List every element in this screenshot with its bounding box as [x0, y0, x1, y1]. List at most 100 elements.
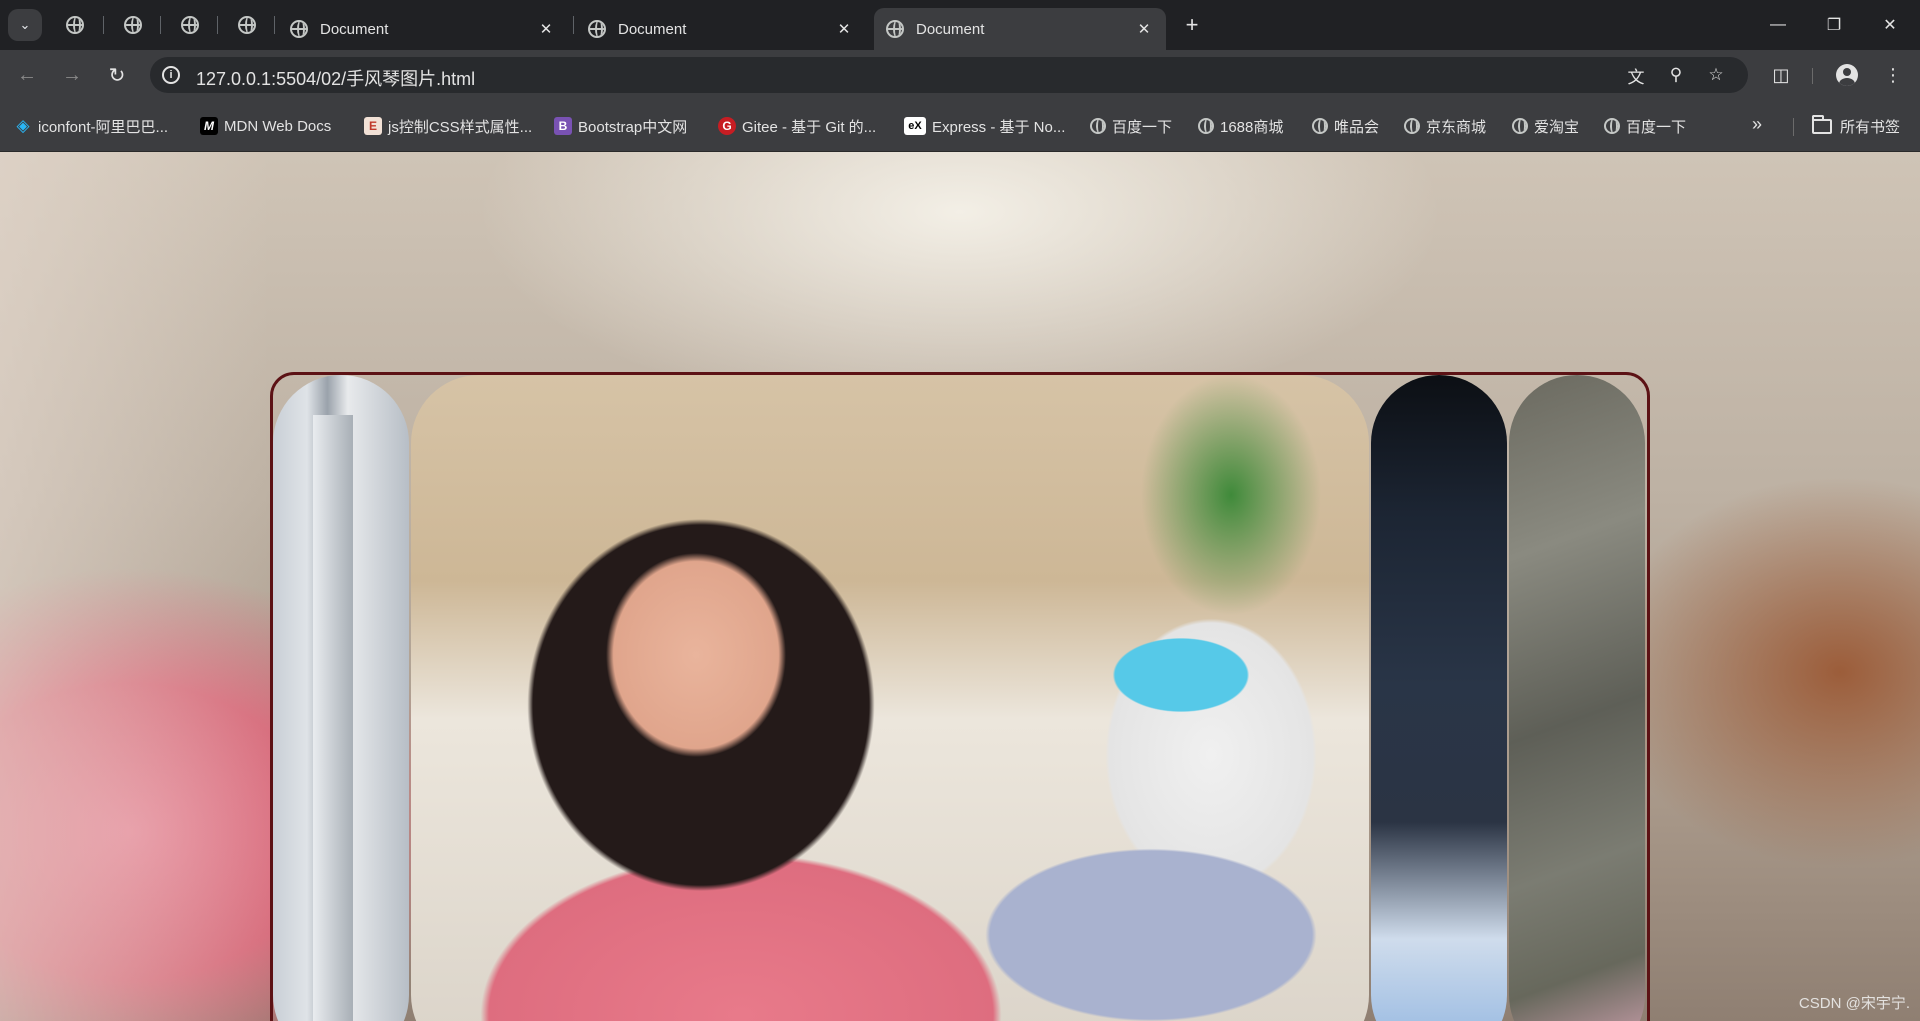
pinned-tab[interactable] — [120, 12, 146, 38]
browser-tab[interactable]: Document ✕ — [278, 8, 568, 50]
tab-separator — [573, 16, 574, 34]
bookmark-item[interactable]: 唯品会 — [1312, 115, 1379, 137]
profile-button[interactable] — [1832, 60, 1862, 90]
accordion-gallery — [270, 372, 1650, 1021]
bookmark-item[interactable]: 百度一下 — [1090, 115, 1172, 137]
toolbar-divider — [1812, 68, 1813, 84]
blurred-background — [0, 152, 270, 1021]
bookmark-item[interactable]: B Bootstrap中文网 — [554, 115, 687, 137]
plus-icon: + — [1185, 12, 1199, 37]
pinned-tab[interactable] — [177, 12, 203, 38]
browser-tab-active[interactable]: Document ✕ — [874, 8, 1166, 50]
bookmark-item[interactable]: eX Express - 基于 No... — [904, 115, 1065, 137]
double-chevron-right-icon: » — [1752, 114, 1763, 134]
tab-title: Document — [916, 20, 985, 38]
tab-title: Document — [618, 20, 687, 38]
bookmarks-bar: ◈ iconfont-阿里巴巴... M MDN Web Docs E js控制… — [0, 100, 1920, 152]
close-tab-icon[interactable]: ✕ — [1134, 19, 1154, 39]
avatar-icon — [1836, 64, 1858, 86]
address-bar[interactable]: i 127.0.0.1:5504/02/手风琴图片.html 文 ⚲ ☆ — [150, 57, 1748, 93]
extensions-button[interactable]: ◫ — [1766, 60, 1796, 90]
close-window-button[interactable]: ✕ — [1870, 10, 1910, 40]
back-button[interactable]: ← — [12, 60, 42, 90]
bookmark-item[interactable]: M MDN Web Docs — [200, 115, 331, 137]
all-bookmarks-button[interactable]: 所有书签 — [1812, 114, 1901, 137]
globe-icon — [1604, 118, 1620, 134]
arrow-left-icon: ← — [17, 63, 37, 86]
bookmark-label: iconfont-阿里巴巴... — [38, 118, 169, 136]
tab-separator — [274, 16, 275, 34]
tab-separator — [160, 16, 161, 34]
reload-icon: ↻ — [108, 64, 126, 87]
globe-icon — [886, 20, 904, 38]
reload-button[interactable]: ↻ — [102, 60, 132, 90]
bookmark-item[interactable]: 爱淘宝 — [1512, 115, 1579, 137]
stair-railing — [313, 415, 353, 1021]
bookmark-item[interactable]: 京东商城 — [1404, 115, 1486, 137]
chevron-down-icon: ⌄ — [19, 17, 31, 32]
iconfont-icon: ◈ — [16, 116, 30, 135]
globe-icon — [1198, 118, 1214, 134]
close-icon: ✕ — [1883, 17, 1897, 34]
browser-toolbar: ← → ↻ i 127.0.0.1:5504/02/手风琴图片.html 文 ⚲… — [0, 50, 1920, 100]
globe-icon — [238, 16, 256, 34]
puzzle-icon: ◫ — [1772, 64, 1790, 85]
bookmark-label: 爱淘宝 — [1534, 118, 1580, 136]
forward-button[interactable]: → — [57, 60, 87, 90]
accordion-photo-dark[interactable] — [1371, 375, 1507, 1021]
page-content: CSDN @宋宇宁. — [0, 152, 1920, 1021]
globe-icon — [124, 16, 142, 34]
globe-icon — [1090, 118, 1106, 134]
close-tab-icon[interactable]: ✕ — [834, 19, 854, 39]
translate-icon[interactable]: 文 — [1623, 63, 1649, 87]
bookmark-item[interactable]: 百度一下 — [1604, 115, 1686, 137]
express-icon: eX — [904, 117, 926, 135]
bookmark-label: MDN Web Docs — [224, 117, 332, 135]
pinned-tab[interactable] — [62, 12, 88, 38]
bookmarks-overflow-button[interactable]: » — [1752, 114, 1762, 135]
arrow-right-icon: → — [62, 63, 82, 86]
globe-icon — [1404, 118, 1420, 134]
accordion-photo-grass[interactable] — [1509, 375, 1645, 1021]
zoom-icon[interactable]: ⚲ — [1663, 63, 1689, 87]
globe-icon — [588, 20, 606, 38]
accordion-photo-stairs[interactable] — [273, 375, 409, 1021]
all-bookmarks-label: 所有书签 — [1840, 118, 1901, 136]
bookmark-item[interactable]: E js控制CSS样式属性... — [364, 115, 532, 137]
site-info-icon[interactable]: i — [162, 66, 180, 84]
minimize-button[interactable]: — — [1758, 10, 1798, 40]
bookmark-label: js控制CSS样式属性... — [388, 118, 533, 136]
url-text[interactable]: 127.0.0.1:5504/02/手风琴图片.html — [196, 65, 475, 91]
bookmark-label: 百度一下 — [1626, 118, 1687, 136]
mdn-icon: M — [200, 117, 218, 135]
bookmark-label: Gitee - 基于 Git 的... — [742, 118, 877, 136]
gitee-icon: G — [718, 117, 736, 135]
csdn-watermark: CSDN @宋宇宁. — [1798, 995, 1910, 1012]
globe-icon — [181, 16, 199, 34]
globe-icon — [1512, 118, 1528, 134]
restore-icon: ❐ — [1826, 17, 1842, 34]
tab-title: Document — [320, 20, 389, 38]
restore-button[interactable]: ❐ — [1814, 10, 1854, 40]
csdn-icon: E — [364, 117, 382, 135]
bookmark-item[interactable]: ◈ iconfont-阿里巴巴... — [14, 115, 168, 137]
tab-separator — [103, 16, 104, 34]
bookmark-item[interactable]: G Gitee - 基于 Git 的... — [718, 115, 876, 137]
bookmark-label: 京东商城 — [1426, 118, 1487, 136]
folder-icon — [1812, 114, 1832, 134]
minimize-icon: — — [1770, 16, 1786, 33]
tab-search-button[interactable]: ⌄ — [8, 9, 42, 41]
browser-tab[interactable]: Document ✕ — [576, 8, 866, 50]
star-icon[interactable]: ☆ — [1703, 63, 1729, 87]
new-tab-button[interactable]: + — [1178, 11, 1206, 39]
bookmark-label: Express - 基于 No... — [932, 118, 1066, 136]
accordion-photo-expanded[interactable] — [411, 375, 1369, 1021]
bookmark-item[interactable]: 1688商城 — [1198, 115, 1283, 137]
tab-strip: ⌄ Document ✕ Document ✕ Document ✕ + — ❐… — [0, 0, 1920, 50]
close-tab-icon[interactable]: ✕ — [536, 19, 556, 39]
menu-button[interactable]: ⋮ — [1878, 60, 1908, 90]
bookmark-label: 唯品会 — [1334, 118, 1380, 136]
bookmark-label: 1688商城 — [1220, 118, 1284, 136]
pinned-tab[interactable] — [234, 12, 260, 38]
more-vert-icon: ⋮ — [1884, 64, 1902, 85]
